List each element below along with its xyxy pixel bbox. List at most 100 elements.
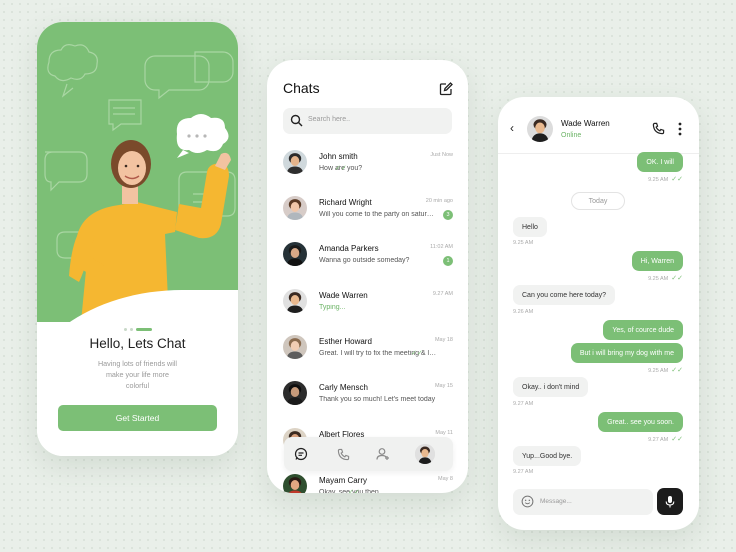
read-receipt-icon: ✓✓ xyxy=(348,489,360,493)
welcome-title: Hello, Lets Chat xyxy=(89,336,186,351)
incoming-message[interactable]: Hello xyxy=(513,217,547,237)
message-time-text: 9.25 AM xyxy=(648,177,669,183)
chat-doodles xyxy=(44,44,236,322)
chat-last-message: Typing... xyxy=(319,304,346,311)
nav-calls-icon[interactable] xyxy=(334,445,352,463)
hero-illustration xyxy=(37,22,238,322)
onboarding-screen: Hello, Lets Chat Having lots of friends … xyxy=(37,22,238,456)
avatar[interactable] xyxy=(527,116,553,142)
message-time-text: 9.26 AM xyxy=(513,309,534,315)
message-time: 9.27 AM ✓✓ xyxy=(648,435,683,443)
message-time: 9.25 AM ✓✓ xyxy=(648,274,683,282)
read-receipt-icon: ✓✓ xyxy=(411,350,423,357)
outgoing-message[interactable]: But i will bring my dog with me xyxy=(570,343,683,363)
search-placeholder: Search here.. xyxy=(308,116,351,123)
chat-contact-name: John smith xyxy=(319,152,358,161)
read-receipt-icon: ✓✓ xyxy=(335,165,347,172)
chat-time: 9.27 AM xyxy=(432,291,453,297)
chat-time: May 18 xyxy=(434,337,453,343)
chat-time: 20 min ago xyxy=(425,198,453,204)
avatar xyxy=(283,335,307,359)
more-options-icon[interactable] xyxy=(678,122,682,141)
avatar xyxy=(283,289,307,313)
read-receipt-icon: ✓✓ xyxy=(671,176,683,183)
chat-list-item[interactable]: Richard Wright Will you come to the party… xyxy=(283,196,453,226)
pagination-dots[interactable] xyxy=(124,328,152,331)
message-time: 9.25 AM xyxy=(513,240,533,246)
unread-badge: 3 xyxy=(443,210,453,220)
search-icon xyxy=(290,114,303,127)
outgoing-message[interactable]: OK. I will xyxy=(637,152,683,172)
chat-list-item[interactable]: Wade Warren Typing... 9.27 AM xyxy=(283,289,453,319)
contact-status: Online xyxy=(561,132,582,139)
message-time-text: 9.27 AM xyxy=(513,401,534,407)
chat-list-item[interactable]: John smith How are you? Just Now ✓✓ xyxy=(283,150,453,180)
conversation-header: ‹ Wade Warren Online xyxy=(498,97,699,154)
nav-chats-icon[interactable] xyxy=(292,445,310,463)
conversation-screen: ‹ Wade Warren Online Today OK. I will 9.2… xyxy=(498,97,699,530)
read-receipt-icon: ✓✓ xyxy=(671,436,683,443)
chat-contact-name: Mayam Carry xyxy=(319,476,368,485)
emoji-icon[interactable] xyxy=(521,495,534,508)
chat-list-item[interactable]: Mayam Carry Okay, see you then May 8 ✓✓ xyxy=(283,474,453,493)
avatar xyxy=(283,381,307,405)
read-receipt-icon: ✓✓ xyxy=(671,367,683,374)
avatar xyxy=(283,242,307,266)
unread-badge: 1 xyxy=(443,256,453,266)
welcome-subtitle: Having lots of friends will make your li… xyxy=(97,359,178,390)
chat-last-message: Wanna go outside someday? xyxy=(319,257,410,264)
chat-last-message: Thank you so much! Let's meet today xyxy=(319,396,436,403)
message-time-text: 9.27 AM xyxy=(648,437,669,443)
search-input[interactable]: Search here.. xyxy=(283,108,452,134)
incoming-message[interactable]: Yup...Good bye. xyxy=(513,446,582,466)
chat-list-item[interactable]: Carly Mensch Thank you so much! Let's mee… xyxy=(283,381,453,411)
outgoing-message[interactable]: Yes, of cource dude xyxy=(603,320,683,340)
avatar xyxy=(283,150,307,174)
message-time: 9.27 AM xyxy=(513,401,533,407)
page-dot-active[interactable] xyxy=(136,328,152,331)
chat-list-item[interactable]: Amanda Parkers Wanna go outside someday? 1… xyxy=(283,242,453,272)
nav-profile-avatar[interactable] xyxy=(415,444,435,464)
message-time: 9.27 AM xyxy=(513,469,533,475)
compose-icon[interactable] xyxy=(439,82,453,96)
message-time: 9.26 AM xyxy=(513,309,533,315)
page-dot[interactable] xyxy=(124,328,127,331)
incoming-message[interactable]: Can you come here today? xyxy=(513,285,616,305)
contact-name: Wade Warren xyxy=(561,119,610,128)
chat-time: Just Now xyxy=(430,152,453,158)
message-time-text: 9.25 AM xyxy=(513,240,534,246)
message-placeholder: Message... xyxy=(540,498,572,505)
incoming-message[interactable]: Okay.. i don't mind xyxy=(513,377,589,397)
message-time-text: 9.27 AM xyxy=(513,469,534,475)
microphone-button[interactable] xyxy=(657,488,683,515)
chat-time: May 8 xyxy=(438,476,453,482)
chat-last-message: Will you come to the party on saturday? xyxy=(319,211,437,218)
chats-screen: Chats Search here.. John smith How are yo… xyxy=(267,60,468,493)
chat-time: May 11 xyxy=(435,430,453,436)
bottom-navigation xyxy=(284,437,453,471)
message-time-text: 9.25 AM xyxy=(648,276,669,282)
page-title: Chats xyxy=(283,80,320,96)
microphone-icon xyxy=(665,495,675,507)
avatar xyxy=(283,474,307,493)
chat-last-message: Okay, see you then xyxy=(319,489,379,493)
avatar xyxy=(283,196,307,220)
message-time: 9.25 AM ✓✓ xyxy=(648,175,683,183)
chat-contact-name: Esther Howard xyxy=(319,337,372,346)
date-divider: Today xyxy=(571,192,625,210)
chat-list-item[interactable]: Esther Howard Great. I will try to fix th… xyxy=(283,335,453,365)
get-started-button[interactable]: Get Started xyxy=(58,405,217,431)
chat-time: 11:02 AM xyxy=(430,244,453,250)
chat-contact-name: Carly Mensch xyxy=(319,383,368,392)
chat-contact-name: Wade Warren xyxy=(319,291,368,300)
outgoing-message[interactable]: Great.. see you soon. xyxy=(598,412,683,432)
page-dot[interactable] xyxy=(130,328,133,331)
message-input[interactable]: Message... xyxy=(513,489,653,515)
outgoing-message[interactable]: Hi, Warren xyxy=(631,251,683,271)
nav-contacts-icon[interactable] xyxy=(374,445,392,463)
chat-contact-name: Richard Wright xyxy=(319,198,372,207)
back-arrow-icon[interactable]: ‹ xyxy=(510,121,514,135)
call-icon[interactable] xyxy=(652,122,665,140)
chat-contact-name: Amanda Parkers xyxy=(319,244,379,253)
chat-time: May 15 xyxy=(434,383,453,389)
